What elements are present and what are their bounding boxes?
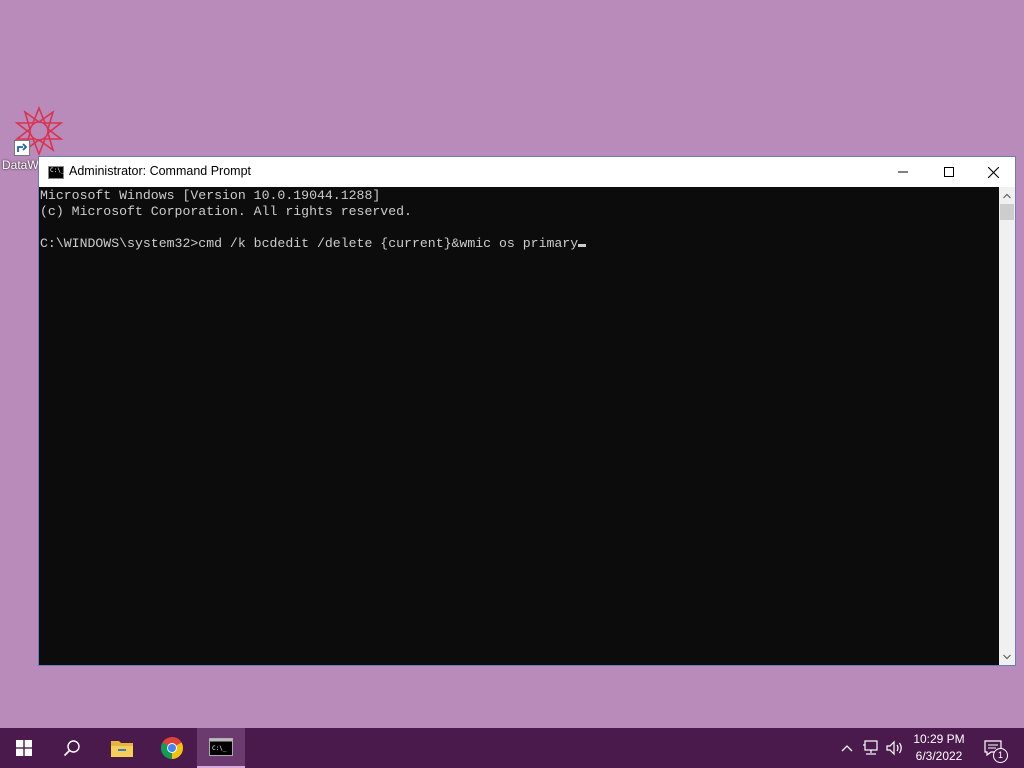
svg-text:C:\_: C:\_	[212, 745, 227, 752]
search-icon	[63, 740, 80, 757]
command-prompt-icon	[48, 166, 64, 179]
network-icon	[863, 740, 878, 755]
clock-date: 6/3/2022	[915, 749, 963, 763]
close-button[interactable]	[970, 157, 1016, 187]
windows-logo-icon	[16, 740, 32, 756]
volume-button[interactable]	[884, 728, 906, 768]
maximize-icon	[944, 167, 954, 177]
file-explorer-icon	[111, 741, 133, 757]
taskbar: C:\_ 10:29 PM 6/3/2022	[0, 728, 1024, 768]
vertical-scrollbar[interactable]	[999, 187, 1015, 665]
console-line: (c) Microsoft Corporation. All rights re…	[40, 204, 412, 219]
minimize-icon	[898, 171, 908, 173]
minimize-button[interactable]	[880, 157, 926, 187]
scroll-down-button[interactable]	[999, 648, 1015, 665]
volume-icon	[886, 740, 902, 756]
clock[interactable]: 10:29 PM 6/3/2022	[906, 731, 972, 765]
show-hidden-icons-button[interactable]	[838, 728, 856, 768]
chevron-up-icon	[841, 745, 853, 752]
window-title: Administrator: Command Prompt	[69, 164, 252, 178]
maximize-button[interactable]	[926, 157, 972, 187]
command-prompt-icon: C:\_	[209, 738, 233, 756]
command-prompt-window[interactable]: Administrator: Command Prompt Microsoft …	[38, 156, 1016, 666]
start-button[interactable]	[0, 728, 48, 768]
scrollbar-thumb[interactable]	[1000, 204, 1014, 220]
close-icon	[987, 166, 999, 178]
console-line: Microsoft Windows [Version 10.0.19044.12…	[40, 188, 381, 203]
clock-time: 10:29 PM	[913, 732, 965, 746]
console-command: C:\WINDOWS\system32>cmd /k bcdedit /dele…	[40, 236, 579, 251]
title-bar[interactable]: Administrator: Command Prompt	[39, 157, 1015, 187]
console-prompt-line[interactable]: C:\WINDOWS\system32>cmd /k bcdedit /dele…	[40, 236, 587, 252]
chevron-down-icon	[1003, 654, 1011, 659]
command-prompt-taskbar-button[interactable]: C:\_	[197, 728, 245, 768]
desktop-icon-label: DataW	[2, 158, 39, 172]
file-explorer-button[interactable]	[98, 728, 146, 768]
chrome-button[interactable]	[148, 728, 196, 768]
search-button[interactable]	[48, 728, 96, 768]
scroll-up-button[interactable]	[999, 187, 1015, 204]
network-button[interactable]	[860, 728, 882, 768]
chevron-up-icon	[1003, 193, 1011, 198]
notification-badge: 1	[993, 748, 1008, 763]
console-output[interactable]: Microsoft Windows [Version 10.0.19044.12…	[39, 187, 999, 665]
text-cursor	[578, 244, 587, 247]
chrome-icon	[161, 737, 183, 759]
shortcut-arrow-icon	[14, 140, 30, 156]
